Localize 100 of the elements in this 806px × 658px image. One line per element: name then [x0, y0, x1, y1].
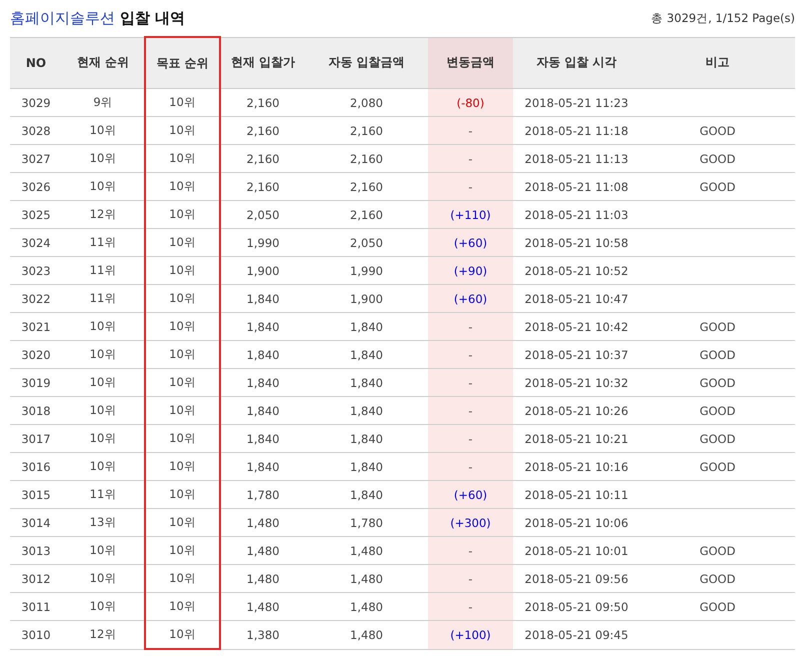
- table-cell: 1,840: [220, 284, 305, 312]
- table-cell: 10위: [145, 312, 220, 340]
- table-cell: 1,480: [220, 592, 305, 620]
- table-cell: 2018-05-21 10:16: [513, 452, 640, 480]
- table-cell: 2,160: [220, 144, 305, 172]
- table-cell: GOOD: [640, 116, 795, 144]
- table-cell: 11위: [62, 480, 145, 508]
- table-cell: -: [428, 536, 513, 564]
- table-cell: 3018: [10, 396, 62, 424]
- table-cell: GOOD: [640, 592, 795, 620]
- table-cell: 10위: [145, 256, 220, 284]
- table-cell: -: [428, 424, 513, 452]
- table-cell: 10위: [145, 592, 220, 620]
- page-title: 입찰 내역: [120, 8, 186, 28]
- table-cell: 2018-05-21 09:50: [513, 592, 640, 620]
- table-cell: (+100): [428, 620, 513, 649]
- table-cell: 13위: [62, 508, 145, 536]
- table-cell: 3019: [10, 368, 62, 396]
- table-cell: 10위: [145, 340, 220, 368]
- table-cell: 1,380: [220, 620, 305, 649]
- table-cell: 3011: [10, 592, 62, 620]
- table-cell: 10위: [145, 508, 220, 536]
- table-cell: 1,840: [220, 368, 305, 396]
- table-cell: 10위: [145, 200, 220, 228]
- table-cell: 2018-05-21 10:37: [513, 340, 640, 368]
- table-cell: 9위: [62, 88, 145, 116]
- table-cell: 10위: [62, 452, 145, 480]
- table-cell: -: [428, 116, 513, 144]
- table-cell: 2,160: [220, 88, 305, 116]
- table-cell: 3027: [10, 144, 62, 172]
- table-cell: 3017: [10, 424, 62, 452]
- table-cell: 3021: [10, 312, 62, 340]
- table-cell: 1,840: [220, 452, 305, 480]
- table-cell: 3023: [10, 256, 62, 284]
- table-cell: -: [428, 340, 513, 368]
- table-cell: 1,480: [220, 536, 305, 564]
- table-cell: 2018-05-21 11:13: [513, 144, 640, 172]
- table-cell: 10위: [62, 340, 145, 368]
- table-cell: 2018-05-21 11:03: [513, 200, 640, 228]
- table-cell: 2018-05-21 10:47: [513, 284, 640, 312]
- table-cell: 10위: [145, 228, 220, 256]
- table-cell: 2018-05-21 11:08: [513, 172, 640, 200]
- table-cell: 2018-05-21 10:32: [513, 368, 640, 396]
- column-header: 변동금액: [428, 37, 513, 88]
- table-cell: 1,990: [220, 228, 305, 256]
- table-cell: 10위: [145, 284, 220, 312]
- table-cell: GOOD: [640, 144, 795, 172]
- table-cell: -: [428, 312, 513, 340]
- table-cell: -: [428, 564, 513, 592]
- table-cell: GOOD: [640, 424, 795, 452]
- column-header: 비고: [640, 37, 795, 88]
- table-cell: 2018-05-21 10:58: [513, 228, 640, 256]
- table-cell: 10위: [62, 172, 145, 200]
- table-cell: 2018-05-21 10:52: [513, 256, 640, 284]
- table-cell: GOOD: [640, 452, 795, 480]
- table-cell: GOOD: [640, 172, 795, 200]
- table-cell: 12위: [62, 620, 145, 649]
- column-header: 현재 입찰가: [220, 37, 305, 88]
- table-cell: GOOD: [640, 396, 795, 424]
- table-cell: 1,840: [220, 396, 305, 424]
- table-cell: 2,160: [220, 116, 305, 144]
- table-cell: GOOD: [640, 340, 795, 368]
- table-cell: 3024: [10, 228, 62, 256]
- table-cell: 10위: [62, 396, 145, 424]
- table-cell: -: [428, 144, 513, 172]
- table-cell: 3026: [10, 172, 62, 200]
- table-cell: 2018-05-21 10:11: [513, 480, 640, 508]
- table-cell: 2018-05-21 11:23: [513, 88, 640, 116]
- table-cell: GOOD: [640, 536, 795, 564]
- table-cell: 11위: [62, 228, 145, 256]
- table-cell: -: [428, 452, 513, 480]
- table-cell: 10위: [145, 620, 220, 649]
- table-cell: (+60): [428, 284, 513, 312]
- column-header: 현재 순위: [62, 37, 145, 88]
- table-cell: (+300): [428, 508, 513, 536]
- table-cell: 3015: [10, 480, 62, 508]
- table-cell: 3010: [10, 620, 62, 649]
- table-cell: (+60): [428, 228, 513, 256]
- table-cell: 10위: [62, 312, 145, 340]
- table-cell: (-80): [428, 88, 513, 116]
- table-cell: 3012: [10, 564, 62, 592]
- table-cell: 1,840: [220, 424, 305, 452]
- table-cell: 2018-05-21 10:26: [513, 396, 640, 424]
- table-cell: 12위: [62, 200, 145, 228]
- table-cell: 10위: [145, 452, 220, 480]
- table-cell: 10위: [62, 536, 145, 564]
- table-cell: 10위: [145, 536, 220, 564]
- table-cell: 1,840: [220, 312, 305, 340]
- table-cell: 10위: [145, 172, 220, 200]
- table-cell: -: [428, 368, 513, 396]
- table-cell: -: [428, 592, 513, 620]
- table-cell: 2,050: [220, 200, 305, 228]
- table-cell: 3029: [10, 88, 62, 116]
- column-header: NO: [10, 37, 62, 88]
- table-cell: 10위: [145, 368, 220, 396]
- table-cell: 10위: [62, 424, 145, 452]
- table-cell: 3025: [10, 200, 62, 228]
- brand-name: 홈페이지솔루션: [10, 8, 115, 28]
- table-cell: 10위: [145, 396, 220, 424]
- table-cell: 1,840: [220, 340, 305, 368]
